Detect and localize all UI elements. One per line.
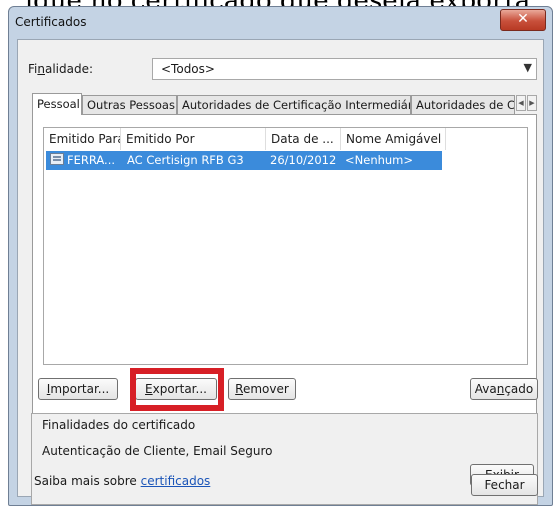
purpose-selected-value: <Todos> bbox=[161, 62, 215, 76]
close-icon[interactable]: ✕ bbox=[500, 9, 546, 31]
import-button[interactable]: Importar... bbox=[38, 378, 118, 400]
certificate-purposes-group: Finalidades do certificado Autenticação … bbox=[31, 413, 538, 505]
scroll-right-icon[interactable]: ▶ bbox=[527, 95, 537, 111]
advanced-button[interactable]: Avançado bbox=[470, 378, 538, 400]
tab-outras-pessoas[interactable]: Outras Pessoas bbox=[82, 95, 177, 114]
column-header-issued-by[interactable]: Emitido Por bbox=[121, 128, 266, 150]
tab-strip: Pessoal Outras Pessoas Autoridades de Ce… bbox=[32, 93, 537, 115]
window-title: Certificados bbox=[15, 15, 87, 29]
tab-pessoal[interactable]: Pessoal bbox=[32, 93, 82, 115]
certificates-link[interactable]: certificados bbox=[141, 474, 211, 488]
purposes-title: Finalidades do certificado bbox=[42, 418, 196, 432]
column-header-friendly-name[interactable]: Nome Amigável bbox=[341, 128, 446, 150]
export-highlight-box bbox=[130, 368, 224, 411]
column-header-issued-to[interactable]: Emitido Para bbox=[44, 128, 121, 150]
dialog-body: Finalidade: <Todos> ▼ Pessoal Outras Pes… bbox=[17, 39, 544, 505]
tab-scroll-buttons: ◀ ▶ bbox=[516, 95, 537, 111]
purpose-label: Finalidade: bbox=[28, 62, 94, 76]
certificates-dialog: Certificados ✕ Finalidade: <Todos> ▼ Pes… bbox=[8, 6, 553, 506]
tab-autoridades-intermediarias[interactable]: Autoridades de Certificação Intermediári… bbox=[177, 95, 411, 114]
cell-date: 26/10/2012 bbox=[270, 153, 337, 167]
scroll-left-icon[interactable]: ◀ bbox=[516, 95, 526, 111]
purpose-select[interactable]: <Todos> ▼ bbox=[152, 58, 537, 80]
cell-friendly-name: <Nenhum> bbox=[345, 153, 414, 167]
title-bar[interactable]: Certificados ✕ bbox=[9, 7, 552, 37]
learn-more-text: Saiba mais sobre certificados bbox=[34, 474, 211, 488]
cell-issued-to: FERRA... bbox=[67, 153, 116, 167]
tab-autoridades-raiz[interactable]: Autoridades de Ce bbox=[411, 95, 515, 114]
table-row[interactable]: FERRA... AC Certisign RFB G3 26/10/2012 … bbox=[46, 151, 442, 170]
remove-button[interactable]: Remover bbox=[228, 378, 296, 400]
close-button[interactable]: Fechar bbox=[471, 474, 538, 496]
purposes-value: Autenticação de Cliente, Email Seguro bbox=[42, 444, 273, 458]
certificate-list[interactable]: Emitido Para Emitido Por Data de ... Nom… bbox=[43, 127, 528, 365]
certificate-icon bbox=[50, 153, 64, 165]
cell-issued-by: AC Certisign RFB G3 bbox=[127, 153, 244, 167]
chevron-down-icon[interactable]: ▼ bbox=[524, 61, 532, 74]
column-header-date[interactable]: Data de ... bbox=[266, 128, 341, 150]
